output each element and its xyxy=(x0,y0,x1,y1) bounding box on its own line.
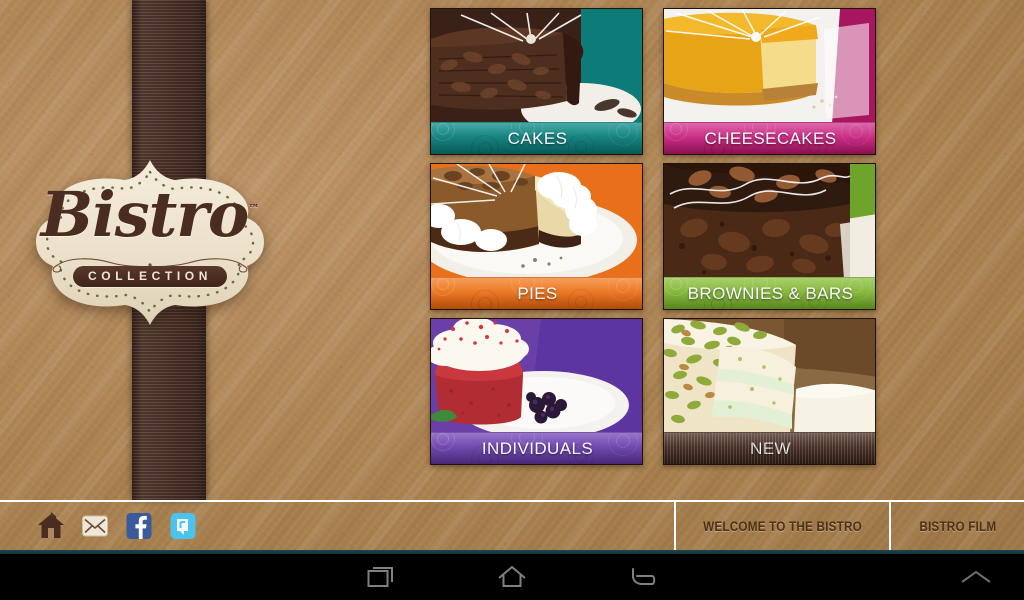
back-icon xyxy=(632,568,656,585)
tile-label-cakes: CAKES xyxy=(507,128,568,148)
plaque-svg xyxy=(36,160,264,325)
footer-social-group xyxy=(0,502,674,550)
home-icon xyxy=(498,565,526,587)
tile-label-bar-cheesecakes: CHEESECAKES xyxy=(664,122,875,154)
tile-photo-brownies xyxy=(664,164,875,279)
recents-icon xyxy=(367,567,393,587)
tile-individuals[interactable]: INDIVIDUALS xyxy=(430,318,643,465)
plaque-shape xyxy=(24,158,276,344)
facebook-icon[interactable] xyxy=(124,511,154,541)
tile-label-bar-cakes: CAKES xyxy=(431,122,642,154)
tile-photo-new xyxy=(664,319,875,434)
bistro-film-button[interactable]: BISTRO FILM xyxy=(889,502,1024,550)
twitter-icon[interactable] xyxy=(168,511,198,541)
tile-cheesecakes[interactable]: CHEESECAKES xyxy=(663,8,876,155)
brand-logo-badge: Bistro™ COLLECTION xyxy=(24,158,276,344)
nav-back-button[interactable] xyxy=(600,554,686,600)
tile-label-individuals: INDIVIDUALS xyxy=(481,438,594,458)
tile-label-bar-new: NEW xyxy=(664,432,875,464)
tile-label-new: NEW xyxy=(750,438,791,458)
tile-label-bar-brownies: BROWNIES & BARS xyxy=(664,277,875,309)
nav-home-button[interactable] xyxy=(469,554,555,600)
bistro-film-button-label: BISTRO FILM xyxy=(919,518,996,534)
tile-label-bar-individuals: INDIVIDUALS xyxy=(431,432,642,464)
tile-cakes[interactable]: CAKES xyxy=(430,8,643,155)
expand-icon xyxy=(961,570,991,583)
tile-photo-individuals xyxy=(431,319,642,434)
welcome-button-label: WELCOME TO THE BISTRO xyxy=(703,518,862,534)
email-icon[interactable] xyxy=(80,511,110,541)
app-root: Bistro™ COLLECTION CAKES CHEESECAKES PIE… xyxy=(0,0,1024,600)
welcome-to-the-bistro-button[interactable]: WELCOME TO THE BISTRO xyxy=(674,502,889,550)
category-tile-grid: CAKES CHEESECAKES PIES BROWNIES & BARS I… xyxy=(430,8,876,468)
tile-photo-pies xyxy=(431,164,642,279)
android-navigation-bar xyxy=(0,554,1024,600)
tile-new[interactable]: NEW xyxy=(663,318,876,465)
nav-recents-button[interactable] xyxy=(339,554,425,600)
nav-expand-button[interactable] xyxy=(941,554,1011,600)
tile-photo-cakes xyxy=(431,9,642,124)
tile-photo-cheesecakes xyxy=(664,9,875,124)
tile-label-cheesecakes: CHEESECAKES xyxy=(704,128,837,148)
home-icon[interactable] xyxy=(36,511,66,541)
tile-brownies-and-bars[interactable]: BROWNIES & BARS xyxy=(663,163,876,310)
tile-pies[interactable]: PIES xyxy=(430,163,643,310)
footer-bar: WELCOME TO THE BISTRO BISTRO FILM xyxy=(0,500,1024,550)
tile-label-pies: PIES xyxy=(517,283,558,303)
tile-label-bar-pies: PIES xyxy=(431,277,642,309)
tile-label-brownies: BROWNIES & BARS xyxy=(687,283,854,303)
